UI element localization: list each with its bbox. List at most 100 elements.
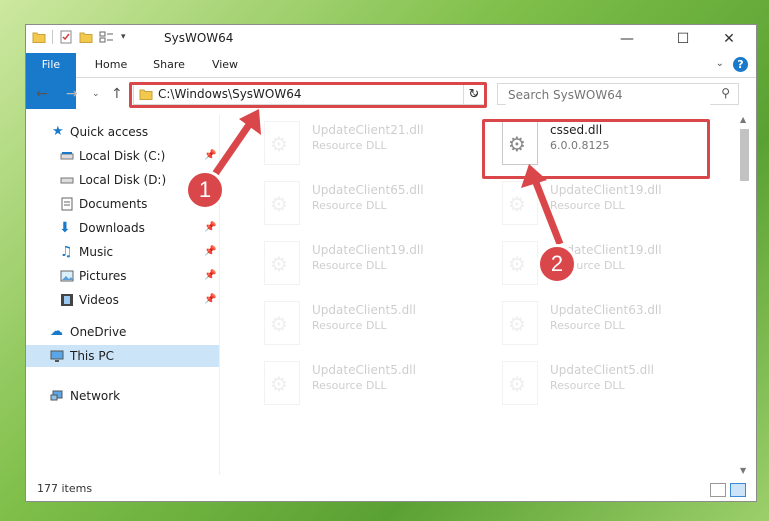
picture-icon [60, 270, 74, 282]
file-item[interactable]: ⚙ UpdateClient21.dll Resource DLL [246, 115, 476, 171]
file-type: Resource DLL [312, 379, 387, 392]
callout-badge-1: 1 [185, 170, 225, 210]
file-type: Resource DLL [312, 199, 387, 212]
file-item[interactable]: ⚙ UpdateClient5.dll Resource DLL [246, 295, 476, 351]
maximize-button[interactable]: ☐ [660, 25, 706, 53]
nav-label: Local Disk (C:) [79, 149, 166, 163]
file-type: Resource DLL [312, 319, 387, 332]
recent-locations-icon[interactable]: ⌄ [92, 89, 100, 99]
gear-icon: ⚙ [270, 372, 288, 396]
tab-home[interactable]: Home [88, 53, 134, 77]
file-item[interactable]: ⚙ UpdateClient63.dll Resource DLL [484, 295, 714, 351]
nav-downloads[interactable]: ⬇ Downloads 📌 [26, 217, 219, 239]
dll-file-icon: ⚙ [264, 301, 300, 345]
nav-local-disk-c[interactable]: Local Disk (C:) 📌 [26, 145, 219, 167]
drive-icon [60, 177, 74, 184]
gear-icon: ⚙ [270, 192, 288, 216]
download-icon: ⬇ [59, 220, 71, 236]
tiles-view-icon[interactable] [730, 483, 746, 497]
title-bar: ▾ SysWOW64 — ☐ ✕ [26, 25, 756, 53]
up-arrow-icon[interactable]: ↑ [111, 86, 123, 102]
nav-label: Downloads [79, 221, 145, 235]
scroll-thumb[interactable] [740, 129, 749, 181]
file-type: Resource DLL [550, 319, 625, 332]
dll-file-icon: ⚙ [502, 361, 538, 405]
nav-network[interactable]: Network [26, 385, 219, 407]
nav-label: This PC [70, 349, 114, 363]
ribbon-tabs: File Home Share View ⌄ ? [26, 53, 756, 109]
search-input[interactable] [506, 85, 710, 105]
nav-label: Network [70, 389, 121, 403]
view-switcher [710, 483, 746, 497]
tab-share[interactable]: Share [146, 53, 192, 77]
nav-label: Pictures [79, 269, 127, 283]
scroll-up-icon[interactable]: ▲ [740, 115, 746, 124]
nav-videos[interactable]: Videos 📌 [26, 289, 219, 311]
file-name: UpdateClient5.dll [550, 363, 654, 377]
properties-icon[interactable] [59, 30, 73, 44]
music-note-icon: ♫ [60, 244, 73, 260]
nav-this-pc[interactable]: This PC [26, 345, 219, 367]
dll-file-icon: ⚙ [264, 241, 300, 285]
file-type: Resource DLL [550, 379, 625, 392]
file-name: UpdateClient65.dll [312, 183, 424, 197]
pin-icon[interactable]: 📌 [204, 265, 216, 287]
folder-icon[interactable] [32, 30, 46, 44]
scroll-down-icon[interactable]: ▼ [740, 466, 746, 475]
file-name: UpdateClient63.dll [550, 303, 662, 317]
star-icon: ★ [52, 124, 64, 139]
file-item[interactable]: ⚙ UpdateClient65.dll Resource DLL [246, 175, 476, 231]
network-icon [50, 390, 63, 401]
close-button[interactable]: ✕ [706, 25, 752, 53]
quick-access-toolbar: ▾ [32, 30, 126, 44]
file-name: UpdateClient5.dll [312, 303, 416, 317]
separator [52, 30, 53, 44]
nav-music[interactable]: ♫ Music 📌 [26, 241, 219, 263]
pin-icon[interactable]: 📌 [204, 217, 216, 239]
new-folder-icon[interactable] [79, 30, 93, 44]
search-box[interactable]: ⚲ [497, 83, 739, 105]
back-arrow-icon[interactable]: ← [36, 86, 48, 102]
file-item[interactable]: ⚙ UpdateClient19.dll Resource DLL [246, 235, 476, 291]
view-options-icon[interactable] [99, 30, 115, 44]
file-name: UpdateClient5.dll [312, 363, 416, 377]
forward-arrow-icon[interactable]: → [66, 86, 78, 102]
address-highlight [129, 82, 487, 108]
explorer-window: ▾ SysWOW64 — ☐ ✕ File Home Share View ⌄ … [25, 24, 757, 502]
search-icon[interactable]: ⚲ [721, 86, 730, 100]
nav-label: Documents [79, 197, 148, 211]
nav-quick-access[interactable]: ★ Quick access [26, 121, 219, 143]
customize-dropdown-icon[interactable]: ▾ [121, 32, 126, 42]
nav-label: Local Disk (D:) [79, 173, 167, 187]
item-count: 177 items [37, 482, 93, 495]
dll-file-icon: ⚙ [502, 301, 538, 345]
vertical-scrollbar[interactable]: ▲ ▼ [737, 115, 751, 475]
status-bar: 177 items [26, 475, 756, 503]
file-item[interactable]: ⚙ UpdateClient5.dll Resource DLL [246, 355, 476, 411]
file-type: Resource DLL [312, 259, 387, 272]
file-name: UpdateClient21.dll [312, 123, 424, 137]
cloud-icon: ☁ [50, 324, 63, 339]
computer-icon [50, 350, 64, 362]
nav-pictures[interactable]: Pictures 📌 [26, 265, 219, 287]
pin-icon[interactable]: 📌 [204, 241, 216, 263]
file-type: Resource DLL [312, 139, 387, 152]
help-icon[interactable]: ? [733, 57, 748, 72]
expand-ribbon-icon[interactable]: ⌄ [716, 58, 724, 69]
document-icon [61, 197, 73, 211]
nav-onedrive[interactable]: ☁ OneDrive [26, 321, 219, 343]
gear-icon: ⚙ [270, 252, 288, 276]
gear-icon: ⚙ [270, 312, 288, 336]
file-name: UpdateClient19.dll [312, 243, 424, 257]
file-item[interactable]: ⚙ UpdateClient5.dll Resource DLL [484, 355, 714, 411]
navigation-pane: ★ Quick access Local Disk (C:) 📌 Local D… [26, 115, 219, 475]
gear-icon: ⚙ [508, 372, 526, 396]
minimize-button[interactable]: — [604, 25, 650, 53]
tab-view[interactable]: View [202, 53, 248, 77]
nav-label: Quick access [70, 125, 149, 139]
details-view-icon[interactable] [710, 483, 726, 497]
nav-label: Music [79, 245, 114, 259]
callout-badge-2: 2 [537, 244, 577, 284]
film-icon [61, 294, 73, 306]
pin-icon[interactable]: 📌 [204, 289, 216, 311]
